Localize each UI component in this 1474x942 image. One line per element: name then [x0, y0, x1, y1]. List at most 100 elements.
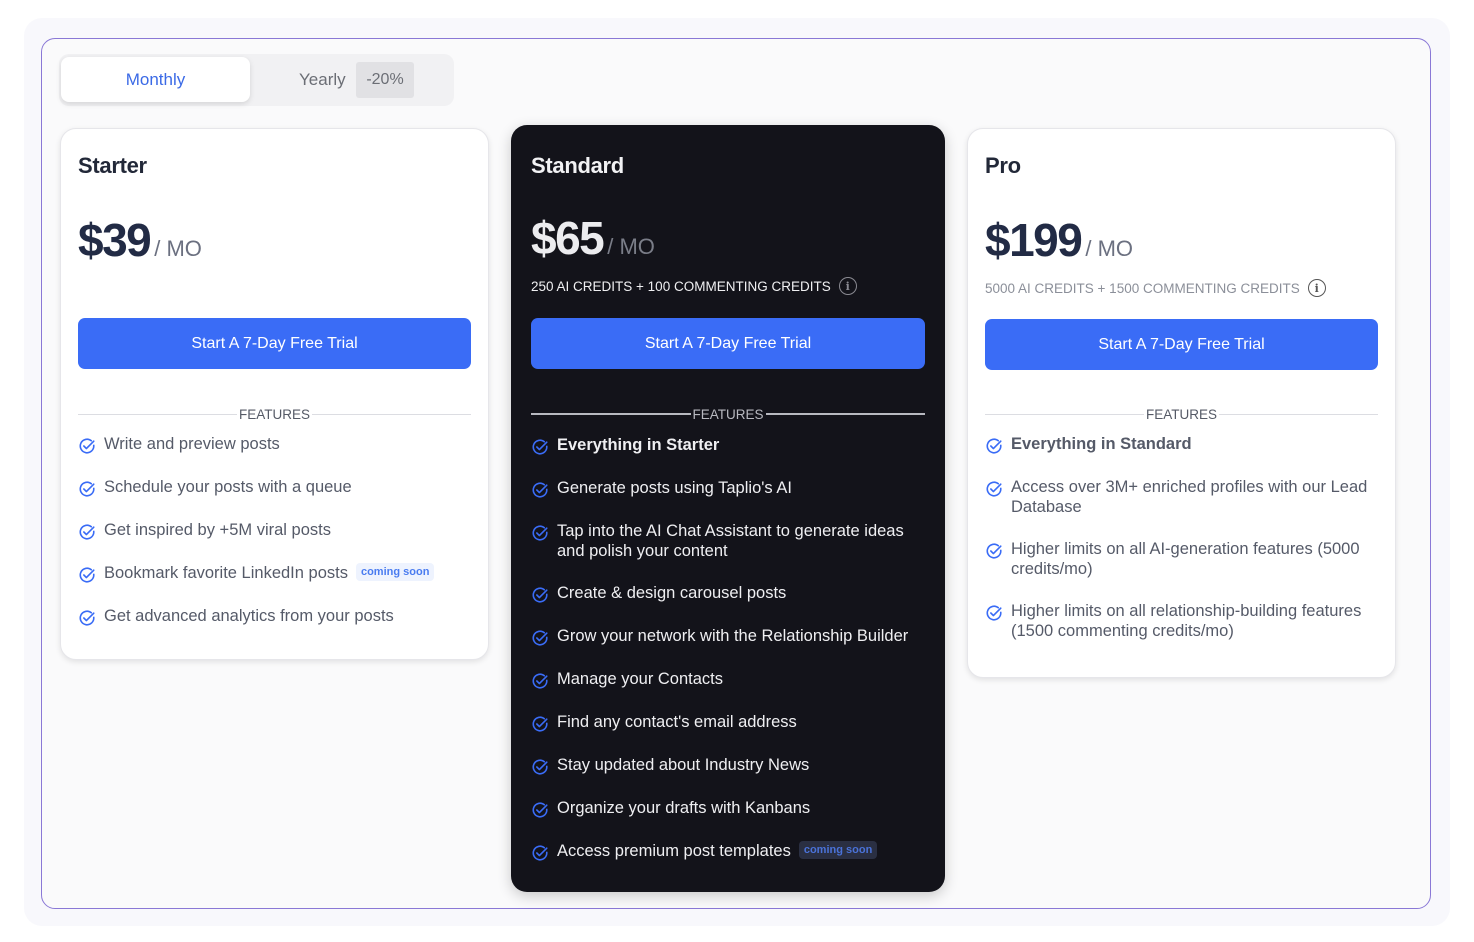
feature-text: Higher limits on all relationship-buildi…	[1011, 602, 1362, 640]
price-unit: / MO	[1085, 236, 1134, 261]
check-circle-icon	[531, 435, 557, 456]
yearly-discount-badge: -20%	[356, 62, 414, 98]
feature-item: Manage your Contacts	[531, 669, 931, 690]
feature-text: Bookmark favorite LinkedIn posts	[104, 564, 348, 582]
feature-text: Everything in Standard	[1011, 435, 1192, 453]
features-divider: FEATURES	[78, 406, 472, 422]
feature-text: Generate posts using Taplio's AI	[557, 479, 792, 497]
feature-text: Access over 3M+ enriched profiles with o…	[1011, 478, 1368, 516]
feature-item: Everything in Standard	[985, 434, 1381, 455]
feature-item: Generate posts using Taplio's AI	[531, 478, 931, 499]
feature-item: Get inspired by +5M viral posts	[78, 520, 474, 541]
feature-item: Schedule your posts with a queue	[78, 477, 474, 498]
feature-list: Everything in Standard Access over 3M+ en…	[985, 434, 1381, 663]
divider-line	[78, 413, 237, 415]
feature-text: Grow your network with the Relationship …	[557, 627, 909, 645]
feature-item: Find any contact's email address	[531, 712, 931, 733]
feature-text: Everything in Starter	[557, 436, 720, 454]
check-circle-icon	[531, 841, 557, 862]
feature-text: Higher limits on all AI-generation featu…	[1011, 540, 1360, 578]
features-divider: FEATURES	[531, 406, 926, 422]
credits-text: 250 AI CREDITS + 100 COMMENTING CREDITS	[531, 278, 831, 294]
divider-line	[531, 413, 691, 415]
credits-info: 5000 AI CREDITS + 1500 COMMENTING CREDIT…	[985, 279, 1326, 297]
plan-card-pro: Pro $199 / MO 5000 AI CREDITS + 1500 COM…	[967, 128, 1396, 678]
check-circle-icon	[78, 434, 104, 455]
plan-name: Starter	[78, 153, 147, 178]
check-circle-icon	[531, 669, 557, 690]
plan-name: Pro	[985, 153, 1021, 178]
check-circle-icon	[985, 601, 1011, 622]
feature-item: Higher limits on all relationship-buildi…	[985, 601, 1381, 641]
feature-item: Create & design carousel posts	[531, 583, 931, 604]
check-circle-icon	[78, 477, 104, 498]
plan-card-starter: Starter $39 / MO Start A 7-Day Free Tria…	[60, 128, 489, 660]
check-circle-icon	[985, 434, 1011, 455]
info-icon[interactable]: i	[1307, 279, 1326, 297]
feature-item: Bookmark favorite LinkedIn posts coming s…	[78, 563, 474, 584]
feature-list: Write and preview posts Schedule your pos…	[78, 434, 474, 649]
check-circle-icon	[78, 520, 104, 541]
feature-item: Get advanced analytics from your posts	[78, 606, 474, 627]
price-unit: / MO	[154, 236, 202, 261]
feature-text: Find any contact's email address	[557, 713, 797, 731]
price-unit: / MO	[607, 234, 655, 259]
check-circle-icon	[531, 712, 557, 733]
feature-list: Everything in Starter Generate posts usin…	[531, 435, 931, 884]
price-amount: $199	[985, 214, 1083, 266]
plan-price: $199 / MO	[985, 213, 1133, 267]
divider-line	[312, 413, 472, 415]
coming-soon-badge: coming soon	[798, 841, 878, 859]
feature-item: Everything in Starter	[531, 435, 931, 456]
feature-item: Stay updated about Industry News	[531, 755, 931, 776]
feature-text: Manage your Contacts	[557, 670, 724, 688]
check-circle-icon	[531, 583, 557, 604]
check-circle-icon	[531, 798, 557, 819]
plan-name: Standard	[531, 153, 624, 178]
price-amount: $39	[78, 214, 152, 266]
divider-line	[765, 413, 926, 415]
feature-text: Get advanced analytics from your posts	[104, 607, 394, 625]
feature-item: Grow your network with the Relationship …	[531, 626, 931, 647]
feature-text: Access premium post templates	[557, 842, 791, 860]
plan-card-standard: Standard $65 / MO 250 AI CREDITS + 100 C…	[511, 125, 945, 892]
check-circle-icon	[985, 477, 1011, 498]
credits-info: 250 AI CREDITS + 100 COMMENTING CREDITS …	[531, 277, 857, 295]
check-circle-icon	[531, 626, 557, 647]
check-circle-icon	[531, 521, 557, 542]
features-heading: FEATURES	[1146, 406, 1218, 422]
features-heading: FEATURES	[239, 406, 311, 422]
feature-item: Organize your drafts with Kanbans	[531, 798, 931, 819]
feature-text: Stay updated about Industry News	[557, 756, 810, 774]
check-circle-icon	[531, 478, 557, 499]
feature-text: Get inspired by +5M viral posts	[104, 521, 331, 539]
feature-text: Create & design carousel posts	[557, 584, 787, 602]
divider-line	[1219, 413, 1379, 415]
feature-text: Write and preview posts	[104, 435, 280, 453]
start-trial-button[interactable]: Start A 7-Day Free Trial	[985, 319, 1378, 370]
coming-soon-badge: coming soon	[355, 563, 435, 581]
monthly-tab[interactable]: Monthly	[61, 57, 250, 102]
feature-item: Write and preview posts	[78, 434, 474, 455]
check-circle-icon	[78, 606, 104, 627]
start-trial-button[interactable]: Start A 7-Day Free Trial	[531, 318, 925, 369]
info-icon[interactable]: i	[838, 277, 857, 295]
credits-text: 5000 AI CREDITS + 1500 COMMENTING CREDIT…	[985, 280, 1300, 296]
feature-text: Schedule your posts with a queue	[104, 478, 352, 496]
billing-toggle: Monthly Yearly -20%	[59, 54, 454, 106]
check-circle-icon	[985, 539, 1011, 560]
start-trial-button[interactable]: Start A 7-Day Free Trial	[78, 318, 471, 369]
feature-item: Access over 3M+ enriched profiles with o…	[985, 477, 1381, 517]
plan-price: $39 / MO	[78, 213, 202, 267]
features-heading: FEATURES	[692, 406, 764, 422]
plan-price: $65 / MO	[531, 211, 655, 265]
yearly-tab[interactable]: Yearly	[299, 68, 346, 92]
feature-item: Higher limits on all AI-generation featu…	[985, 539, 1381, 579]
divider-line	[985, 413, 1144, 415]
price-amount: $65	[531, 212, 605, 264]
feature-text: Tap into the AI Chat Assistant to genera…	[557, 522, 904, 560]
features-divider: FEATURES	[985, 406, 1379, 422]
feature-text: Organize your drafts with Kanbans	[557, 799, 811, 817]
check-circle-icon	[531, 755, 557, 776]
feature-item: Tap into the AI Chat Assistant to genera…	[531, 521, 931, 561]
